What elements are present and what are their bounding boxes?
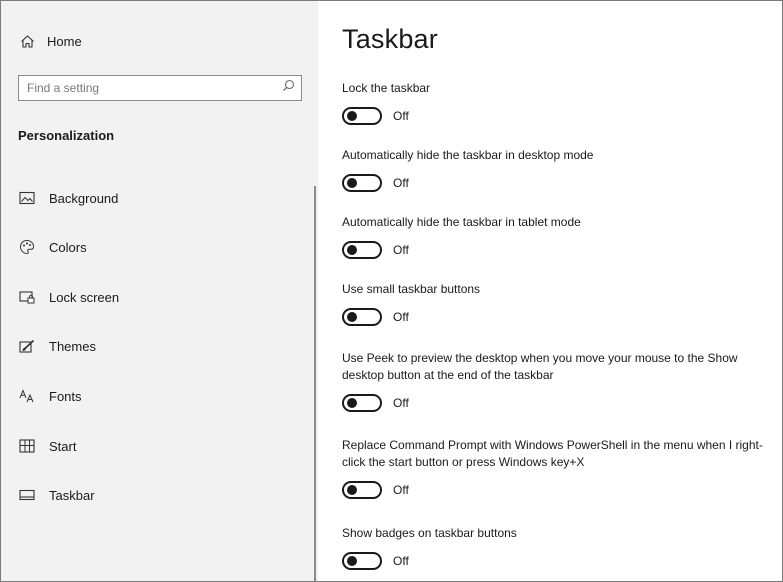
toggle-knob [347, 312, 357, 322]
powershell-toggle[interactable]: Off [342, 481, 772, 499]
setting-autohide-tablet: Automatically hide the taskbar in tablet… [342, 214, 772, 259]
setting-label: Automatically hide the taskbar in deskto… [342, 148, 594, 162]
toggle-state: Off [393, 483, 409, 497]
toggle-switch[interactable] [342, 308, 382, 326]
picture-icon [18, 189, 36, 207]
sidebar-item-label: Start [49, 438, 77, 454]
sidebar-scrollbar[interactable] [314, 186, 316, 581]
toggle-state: Off [393, 554, 409, 568]
home-nav-item[interactable]: Home [19, 29, 82, 53]
sidebar-item-lock-screen[interactable]: Lock screen [1, 280, 311, 314]
sidebar-item-label: Lock screen [49, 289, 120, 305]
setting-powershell: Replace Command Prompt with Windows Powe… [342, 437, 772, 499]
home-label: Home [47, 33, 82, 49]
toggle-switch[interactable] [342, 394, 382, 412]
toggle-state: Off [393, 310, 409, 324]
sidebar-item-label: Background [49, 190, 119, 206]
setting-label: Lock the taskbar [342, 81, 431, 95]
start-tiles-icon [18, 437, 36, 455]
home-icon [19, 33, 35, 49]
settings-sidebar: Home Personalization Background Colors L… [1, 1, 318, 581]
setting-lock-taskbar: Lock the taskbar Off [342, 80, 772, 125]
find-setting-search[interactable] [18, 75, 302, 101]
setting-label: Automatically hide the taskbar in tablet… [342, 215, 581, 229]
sidebar-item-label: Colors [49, 239, 87, 255]
sidebar-item-label: Taskbar [49, 487, 95, 503]
sidebar-item-start[interactable]: Start [1, 429, 311, 463]
toggle-knob [347, 245, 357, 255]
themes-brush-icon [18, 337, 36, 355]
sidebar-item-taskbar[interactable]: Taskbar [1, 478, 311, 512]
toggle-state: Off [393, 109, 409, 123]
toggle-switch[interactable] [342, 241, 382, 259]
peek-toggle[interactable]: Off [342, 394, 772, 412]
toggle-state: Off [393, 176, 409, 190]
toggle-switch[interactable] [342, 481, 382, 499]
search-icon[interactable] [282, 79, 295, 97]
sidebar-item-themes[interactable]: Themes [1, 329, 311, 363]
badges-toggle[interactable]: Off [342, 552, 772, 570]
search-input[interactable] [27, 81, 267, 95]
sidebar-item-label: Fonts [49, 388, 82, 404]
small-buttons-toggle[interactable]: Off [342, 308, 772, 326]
sidebar-item-label: Themes [49, 338, 96, 354]
page-title: Taskbar [342, 24, 438, 54]
toggle-knob [347, 178, 357, 188]
setting-small-buttons: Use small taskbar buttons Off [342, 281, 772, 326]
setting-peek: Use Peek to preview the desktop when you… [342, 350, 772, 412]
toggle-switch[interactable] [342, 174, 382, 192]
toggle-switch[interactable] [342, 107, 382, 125]
toggle-switch[interactable] [342, 552, 382, 570]
sidebar-item-fonts[interactable]: Fonts [1, 379, 311, 413]
setting-label: Use small taskbar buttons [342, 282, 481, 296]
toggle-state: Off [393, 396, 409, 410]
setting-badges: Show badges on taskbar buttons Off [342, 525, 772, 570]
toggle-knob [347, 556, 357, 566]
setting-autohide-desktop: Automatically hide the taskbar in deskto… [342, 147, 772, 192]
toggle-knob [347, 485, 357, 495]
setting-label: Show badges on taskbar buttons [342, 526, 517, 540]
setting-label: Replace Command Prompt with Windows Powe… [342, 438, 763, 469]
toggle-knob [347, 398, 357, 408]
setting-label: Use Peek to preview the desktop when you… [342, 351, 738, 382]
fonts-icon [18, 387, 36, 405]
palette-icon [18, 238, 36, 256]
sidebar-item-colors[interactable]: Colors [1, 230, 311, 264]
toggle-state: Off [393, 243, 409, 257]
section-title: Personalization [18, 128, 115, 143]
sidebar-item-background[interactable]: Background [1, 181, 311, 215]
lock-screen-icon [18, 288, 36, 306]
toggle-knob [347, 111, 357, 121]
autohide-tablet-toggle[interactable]: Off [342, 241, 772, 259]
autohide-desktop-toggle[interactable]: Off [342, 174, 772, 192]
taskbar-icon [18, 486, 36, 504]
lock-taskbar-toggle[interactable]: Off [342, 107, 772, 125]
